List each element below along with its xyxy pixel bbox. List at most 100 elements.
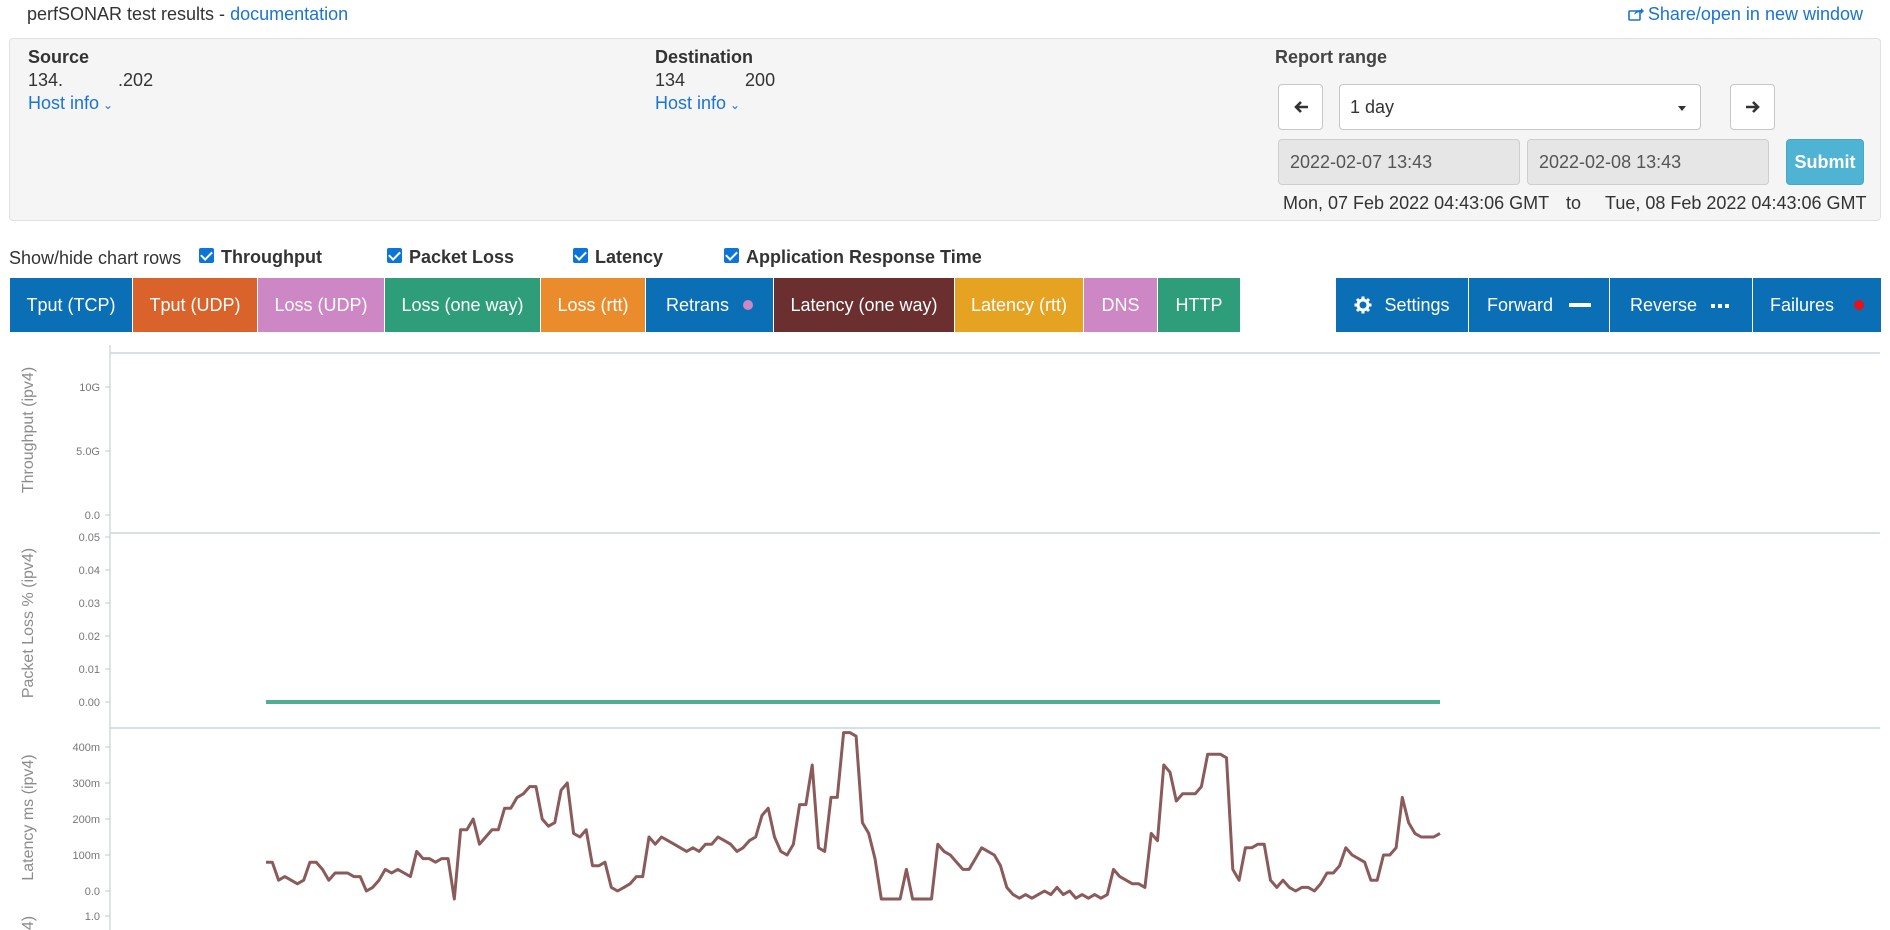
tab-loss-udp[interactable]: Loss (UDP) bbox=[258, 278, 384, 332]
tab-label: Tput (UDP) bbox=[149, 294, 241, 315]
destination-host-info-toggle[interactable]: Host info ⌄ bbox=[655, 93, 775, 114]
y-tick-label: 0.02 bbox=[79, 631, 100, 643]
range-select-value: 1 day bbox=[1350, 97, 1395, 117]
showhide-label: Show/hide chart rows bbox=[9, 248, 182, 268]
solid-line-icon bbox=[1569, 303, 1591, 307]
toggle-packet-loss[interactable]: Packet Loss bbox=[387, 247, 514, 268]
chevron-down-icon: ⌄ bbox=[730, 98, 741, 112]
checkbox-checked-icon[interactable] bbox=[573, 248, 588, 263]
y-tick-label: 0.05 bbox=[79, 532, 100, 544]
source-host-info-label: Host info bbox=[28, 93, 100, 113]
y-tick-label: 300m bbox=[72, 778, 100, 790]
checkbox-checked-icon[interactable] bbox=[199, 248, 214, 263]
page-title-text: perfSONAR test results - bbox=[27, 4, 231, 24]
toggle-latency[interactable]: Latency bbox=[573, 247, 663, 268]
end-date-input[interactable] bbox=[1527, 139, 1769, 185]
destination-address: 134 200 bbox=[655, 70, 776, 90]
tab-label: Latency (one way) bbox=[790, 294, 938, 315]
share-icon bbox=[1628, 8, 1644, 21]
tab-latency-rtt[interactable]: Latency (rtt) bbox=[955, 278, 1083, 332]
submit-button[interactable]: Submit bbox=[1786, 139, 1864, 185]
gear-icon bbox=[1354, 296, 1372, 314]
y-tick-label: 5.0G bbox=[76, 446, 100, 458]
y-tick-label: 10G bbox=[79, 382, 100, 394]
toggle-app-response-time-label: Application Response Time bbox=[746, 247, 982, 267]
reverse-label: Reverse bbox=[1629, 294, 1698, 315]
forward-label: Forward bbox=[1486, 294, 1553, 315]
tab-dns[interactable]: DNS bbox=[1084, 278, 1157, 332]
range-end-text: Tue, 08 Feb 2022 04:43:06 GMT bbox=[1605, 193, 1867, 213]
y-axis-label: Throughput (ipv4) bbox=[20, 367, 37, 493]
y-axis-label: Latency ms (ipv4) bbox=[20, 754, 37, 880]
toggle-latency-label: Latency bbox=[595, 247, 664, 267]
source-block: Source 134. .202 Host info ⌄ bbox=[28, 47, 153, 114]
dotted-line-icon bbox=[1711, 295, 1732, 316]
y-tick-label: 100m bbox=[72, 850, 100, 862]
range-prev-button[interactable] bbox=[1278, 84, 1323, 130]
tab-label: Loss (one way) bbox=[401, 294, 524, 315]
toggle-throughput[interactable]: Throughput bbox=[199, 247, 322, 268]
y-tick-label: 1.0 bbox=[85, 911, 100, 923]
destination-title: Destination bbox=[655, 47, 754, 67]
share-link-label: Share/open in new window bbox=[1647, 4, 1863, 24]
report-range-title: Report range bbox=[1275, 47, 1388, 67]
start-date-input[interactable] bbox=[1278, 139, 1520, 185]
documentation-link[interactable]: documentation bbox=[230, 4, 348, 24]
y-tick-label: 0.03 bbox=[79, 598, 100, 610]
tab-label: Latency (rtt) bbox=[970, 294, 1068, 315]
tab-label: Retrans bbox=[665, 294, 730, 315]
source-host-info-toggle[interactable]: Host info ⌄ bbox=[28, 93, 153, 114]
forward-toggle[interactable]: Forward bbox=[1469, 278, 1609, 332]
reverse-toggle[interactable]: Reverse bbox=[1610, 278, 1752, 332]
tab-loss-rtt[interactable]: Loss (rtt) bbox=[541, 278, 645, 332]
tab-tput-tcp[interactable]: Tput (TCP) bbox=[10, 278, 132, 332]
top-bar: perfSONAR test results - documentation S… bbox=[0, 0, 1890, 30]
tab-tput-udp[interactable]: Tput (UDP) bbox=[133, 278, 257, 332]
caret-down-icon bbox=[1678, 106, 1686, 111]
tab-label: Loss (rtt) bbox=[557, 294, 629, 315]
range-start-text: Mon, 07 Feb 2022 04:43:06 GMT bbox=[1283, 193, 1550, 213]
y-tick-label: 0.04 bbox=[79, 565, 100, 577]
settings-label: Settings bbox=[1384, 294, 1450, 315]
tab-label: Loss (UDP) bbox=[274, 294, 368, 315]
checkbox-checked-icon[interactable] bbox=[724, 248, 739, 263]
y-tick-label: 0.00 bbox=[79, 697, 100, 709]
range-next-button[interactable] bbox=[1730, 84, 1775, 130]
failures-label: Failures bbox=[1769, 294, 1835, 315]
toggle-throughput-label: Throughput bbox=[221, 247, 322, 267]
y-axis-label: Packet Loss % (ipv4) bbox=[20, 548, 37, 698]
latency-series-line bbox=[266, 731, 1441, 901]
report-range: Report range 1 day Submit Mon, 07 Feb 20… bbox=[1275, 45, 1875, 215]
y-tick-label: 400m bbox=[72, 742, 100, 754]
destination-block: Destination 134 200 Host info ⌄ bbox=[655, 47, 775, 114]
toggle-app-response-time[interactable]: Application Response Time bbox=[724, 247, 982, 268]
chevron-down-icon: ⌄ bbox=[103, 98, 114, 112]
tab-latency-one-way[interactable]: Latency (one way) bbox=[774, 278, 954, 332]
y-tick-label: 0.01 bbox=[79, 664, 100, 676]
y-axis-label: 4) bbox=[20, 916, 37, 930]
charts-area: Throughput (ipv4) 10G 5.0G 0.0 Packet Loss %… bbox=[20, 345, 1880, 930]
retrans-dot-icon bbox=[743, 300, 754, 310]
destination-host-info-label: Host info bbox=[655, 93, 727, 113]
toggle-packet-loss-label: Packet Loss bbox=[409, 247, 515, 267]
source-address: 134. .202 bbox=[28, 70, 154, 90]
page-title: perfSONAR test results - documentation bbox=[27, 4, 348, 25]
range-select[interactable]: 1 day bbox=[1339, 84, 1701, 130]
tab-label: HTTP bbox=[1175, 294, 1223, 315]
y-tick-label: 0.0 bbox=[85, 886, 100, 898]
checkbox-checked-icon[interactable] bbox=[387, 248, 402, 263]
y-tick-label: 200m bbox=[72, 814, 100, 826]
tab-loss-one-way[interactable]: Loss (one way) bbox=[385, 278, 540, 332]
tab-label: DNS bbox=[1101, 294, 1140, 315]
red-dot-icon bbox=[1854, 300, 1865, 310]
tab-retrans[interactable]: Retrans bbox=[646, 278, 773, 332]
host-panel: Source 134. .202 Host info ⌄ Destination … bbox=[9, 38, 1881, 221]
tab-http[interactable]: HTTP bbox=[1158, 278, 1240, 332]
failures-toggle[interactable]: Failures bbox=[1753, 278, 1881, 332]
arrow-left-icon bbox=[1293, 101, 1308, 113]
y-tick-label: 0.0 bbox=[85, 510, 100, 522]
share-link[interactable]: Share/open in new window bbox=[1628, 4, 1863, 25]
arrow-right-icon bbox=[1745, 101, 1760, 113]
range-to-text: to bbox=[1566, 193, 1582, 213]
settings-button[interactable]: Settings bbox=[1336, 278, 1468, 332]
